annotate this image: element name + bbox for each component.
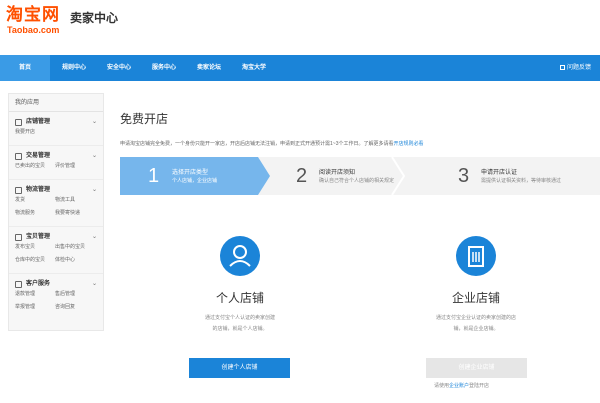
- step-number: 3: [458, 165, 470, 187]
- person-icon: [220, 236, 260, 276]
- open-store-notice: 申请淘宝店铺完全免费，一个身份只能开一家店，开店后店铺无法注销，申请到正式开通预…: [120, 140, 424, 147]
- sidebar-group-header[interactable]: 店铺管理 ⌄: [15, 117, 99, 128]
- create-enterprise-store-button: 创建企业店铺: [426, 358, 527, 378]
- trade-icon: [15, 153, 22, 160]
- note-text: 登陆开店: [469, 383, 490, 389]
- notice-text: 申请淘宝店铺完全免费，一个身份只能开一家店，开店后店铺无法注销，申请到正式开通预…: [120, 141, 394, 147]
- sidebar-group-trade: 交易管理 ⌄ 已卖出的宝贝 评价管理: [9, 146, 103, 180]
- store-rules-link[interactable]: 开店规则必看: [394, 141, 424, 147]
- sidebar-link-logistics-tools[interactable]: 物流工具: [55, 196, 95, 205]
- sidebar-link-refunds[interactable]: 退款管理: [15, 290, 55, 299]
- feedback-link[interactable]: 问题反馈: [560, 55, 600, 81]
- header: 淘宝网 Taobao.com 卖家中心: [0, 0, 600, 52]
- sidebar-group-header[interactable]: 宝贝管理 ⌄: [15, 232, 99, 243]
- step-number: 1: [148, 165, 160, 187]
- chevron-down-icon[interactable]: ⌄: [92, 117, 97, 128]
- enterprise-desc-line: 铺，就是企业店铺。: [453, 326, 499, 332]
- personal-store-title: 个人店铺: [216, 291, 265, 305]
- sidebar-link-ship[interactable]: 发货: [15, 196, 55, 205]
- sidebar-link-items-on-sale[interactable]: 出售中的宝贝: [55, 243, 95, 252]
- nav-seller-forum[interactable]: 卖家论坛: [197, 55, 221, 81]
- taobao-logo[interactable]: 淘宝网 Taobao.com: [6, 5, 68, 41]
- nav-taobao-university[interactable]: 淘宝大学: [242, 55, 266, 81]
- step-title: 选择开店类型: [172, 170, 209, 176]
- sidebar-link-open-store[interactable]: 我要开店: [15, 128, 55, 137]
- sidebar-group-label: 宝贝管理: [26, 234, 51, 240]
- sidebar-group-label: 物流管理: [26, 187, 51, 193]
- sidebar-link-publish-item[interactable]: 发布宝贝: [15, 243, 55, 252]
- enterprise-store-title: 企业店铺: [452, 291, 501, 305]
- site-title: 卖家中心: [70, 11, 119, 25]
- sidebar-group-header[interactable]: 物流管理 ⌄: [15, 185, 99, 196]
- sidebar-link-sold-items[interactable]: 已卖出的宝贝: [15, 162, 55, 171]
- enterprise-login-note: 请使用企业账户登陆开店: [434, 382, 489, 389]
- chevron-down-icon[interactable]: ⌄: [92, 151, 97, 162]
- step-title: 申请开店认证: [481, 170, 518, 176]
- store-icon: [15, 119, 22, 126]
- sidebar-group-label: 交易管理: [26, 153, 51, 159]
- page-title: 免费开店: [120, 112, 169, 126]
- step-title: 阅读开店须知: [319, 170, 356, 176]
- feedback-icon: [560, 65, 565, 70]
- sidebar-link-after-sales[interactable]: 售后管理: [55, 290, 95, 299]
- personal-store-desc: 通过支付宝个人认证的卖家创建 的店铺，就是个人店铺。: [190, 313, 290, 335]
- create-personal-store-button[interactable]: 创建个人店铺: [189, 358, 290, 378]
- step-subtitle: 确认自己符合个人店铺的相关规定: [319, 178, 395, 184]
- logo-text-cn: 淘宝网: [6, 5, 60, 24]
- chevron-down-icon[interactable]: ⌄: [92, 279, 97, 290]
- logistics-icon: [15, 187, 22, 194]
- building-icon: [456, 236, 496, 276]
- sidebar-title: 我的应用: [9, 94, 103, 112]
- item-icon: [15, 234, 22, 241]
- sidebar-group-header[interactable]: 客户服务 ⌄: [15, 279, 99, 290]
- personal-desc-line: 的店铺，就是个人店铺。: [212, 326, 268, 332]
- service-icon: [15, 281, 22, 288]
- nav-home[interactable]: 首页: [0, 55, 50, 81]
- sidebar-link-health-center[interactable]: 体检中心: [55, 256, 95, 265]
- sidebar-group-header[interactable]: 交易管理 ⌄: [15, 151, 99, 162]
- logo-text-en: Taobao.com: [7, 25, 60, 35]
- sidebar: 我的应用 店铺管理 ⌄ 我要开店 交易管理 ⌄ 已卖出的宝贝 评价管理 物流管理 …: [8, 93, 104, 331]
- enterprise-store-desc: 通过支付宝企业认证的卖家创建的店 铺，就是企业店铺。: [426, 313, 526, 335]
- feedback-label: 问题反馈: [567, 65, 592, 71]
- sidebar-link-reports[interactable]: 举报管理: [15, 303, 55, 312]
- step-divider-arrow: [391, 157, 406, 195]
- nav-rules-center[interactable]: 规则中心: [62, 55, 86, 81]
- sidebar-link-inquiry-reply[interactable]: 咨询回复: [55, 303, 95, 312]
- chevron-down-icon[interactable]: ⌄: [92, 232, 97, 243]
- sidebar-group-store: 店铺管理 ⌄ 我要开店: [9, 112, 103, 146]
- enterprise-account-link[interactable]: 企业账户: [449, 383, 469, 389]
- step-subtitle: 个人店铺，企业店铺: [172, 178, 218, 184]
- note-text: 请使用: [434, 383, 450, 389]
- chevron-down-icon[interactable]: ⌄: [92, 185, 97, 196]
- sidebar-group-label: 客户服务: [26, 281, 51, 287]
- enterprise-desc-line: 通过支付宝企业认证的卖家创建的店: [435, 315, 516, 321]
- sidebar-group-customer-service: 客户服务 ⌄ 退款管理 售后管理 举报管理 咨询回复: [9, 274, 103, 320]
- sidebar-link-logistics-service[interactable]: 物流服务: [15, 209, 55, 218]
- step-subtitle: 需提供认证相关资料，等待审核通过: [481, 178, 562, 184]
- sidebar-group-label: 店铺管理: [26, 119, 51, 125]
- top-nav: 首页 规则中心 安全中心 服务中心 卖家论坛 淘宝大学 问题反馈: [0, 55, 600, 81]
- sidebar-group-logistics: 物流管理 ⌄ 发货 物流工具 物流服务 我要寄快递: [9, 180, 103, 227]
- sidebar-link-reviews[interactable]: 评价管理: [55, 162, 95, 171]
- sidebar-link-send-express[interactable]: 我要寄快递: [55, 209, 95, 218]
- nav-security-center[interactable]: 安全中心: [107, 55, 131, 81]
- sidebar-group-items: 宝贝管理 ⌄ 发布宝贝 出售中的宝贝 仓库中的宝贝 体检中心: [9, 227, 103, 274]
- step-progress-bar: 1 选择开店类型 个人店铺，企业店铺 2 阅读开店须知 确认自己符合个人店铺的相…: [120, 157, 600, 195]
- step-number: 2: [296, 165, 308, 187]
- sidebar-link-items-in-stock[interactable]: 仓库中的宝贝: [15, 256, 55, 265]
- step-1-active: 1 选择开店类型 个人店铺，企业店铺: [120, 157, 270, 195]
- nav-service-center[interactable]: 服务中心: [152, 55, 176, 81]
- personal-desc-line: 通过支付宝个人认证的卖家创建: [204, 315, 275, 321]
